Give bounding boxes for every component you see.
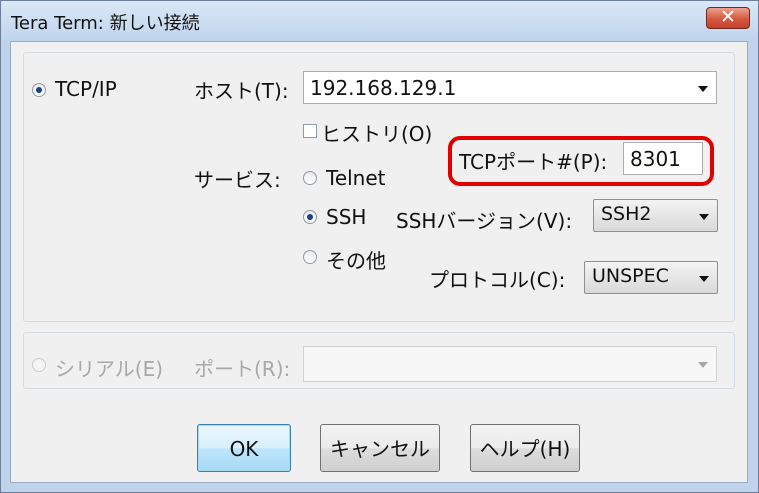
help-button[interactable]: ヘルプ(H) xyxy=(470,424,580,472)
other-radio[interactable] xyxy=(303,250,317,264)
chevron-down-icon[interactable] xyxy=(699,275,709,282)
protocol-select[interactable]: UNSPEC xyxy=(584,261,718,294)
chevron-down-icon[interactable] xyxy=(698,85,708,92)
title-bar[interactable]: Tera Term: 新しい接続 ✕ xyxy=(1,1,758,41)
protocol-value: UNSPEC xyxy=(592,265,669,287)
service-label: サービス: xyxy=(194,168,281,192)
host-value: 192.168.129.1 xyxy=(310,76,457,100)
chevron-down-icon[interactable] xyxy=(699,213,709,220)
chevron-down-icon[interactable] xyxy=(698,362,708,368)
history-label[interactable]: ヒストリ(O) xyxy=(321,118,432,147)
tcp-port-label: TCPポート#(P): xyxy=(459,150,608,174)
serial-port-label: ポート(R): xyxy=(194,357,291,381)
host-combobox[interactable]: 192.168.129.1 xyxy=(303,71,717,104)
close-icon: ✕ xyxy=(720,6,736,28)
telnet-radio[interactable] xyxy=(303,171,317,185)
telnet-label[interactable]: Telnet xyxy=(326,166,386,190)
tcp-port-value: 8301 xyxy=(630,147,681,171)
ok-button[interactable]: OK xyxy=(197,424,291,472)
dialog-client: TCP/IP ホスト(T): 192.168.129.1 ヒストリ(O) サービ… xyxy=(10,41,748,483)
ssh-radio[interactable] xyxy=(303,210,317,224)
window-title: Tera Term: 新しい接続 xyxy=(11,13,200,34)
serial-port-select[interactable] xyxy=(303,346,717,382)
ssh-version-select[interactable]: SSH2 xyxy=(593,199,718,232)
close-button[interactable]: ✕ xyxy=(706,6,750,29)
tcpip-radio-label[interactable]: TCP/IP xyxy=(55,77,117,101)
tcpip-radio[interactable] xyxy=(32,83,46,97)
ssh-version-value: SSH2 xyxy=(601,203,652,225)
serial-radio-label[interactable]: シリアル(E) xyxy=(55,353,163,382)
cancel-button[interactable]: キャンセル xyxy=(320,424,440,472)
ssh-label[interactable]: SSH xyxy=(326,205,366,229)
protocol-label: プロトコル(C): xyxy=(429,268,566,292)
tcp-port-field[interactable]: 8301 xyxy=(623,142,703,175)
history-checkbox[interactable] xyxy=(303,124,317,138)
other-label[interactable]: その他 xyxy=(326,245,386,274)
ssh-version-label: SSHバージョン(V): xyxy=(396,209,573,233)
serial-radio[interactable] xyxy=(32,358,46,372)
host-label: ホスト(T): xyxy=(194,79,289,103)
dialog-window: Tera Term: 新しい接続 ✕ TCP/IP ホスト(T): 192.16… xyxy=(0,0,759,493)
